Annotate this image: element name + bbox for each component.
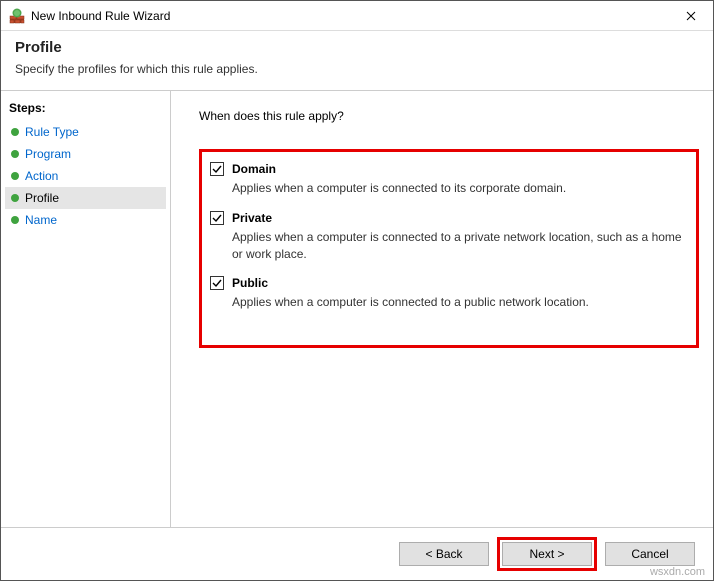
option-private: Private Applies when a computer is conne… (210, 211, 682, 263)
next-highlight-box: Next > (497, 537, 597, 571)
step-label: Profile (25, 191, 59, 205)
titlebar: New Inbound Rule Wizard (1, 1, 713, 31)
step-action[interactable]: Action (5, 165, 166, 187)
back-button[interactable]: < Back (399, 542, 489, 566)
cancel-button[interactable]: Cancel (605, 542, 695, 566)
page-title: Profile (15, 39, 699, 56)
option-public: Public Applies when a computer is connec… (210, 276, 682, 311)
checkbox-private[interactable] (210, 211, 224, 225)
bullet-icon (11, 216, 19, 224)
step-label: Name (25, 213, 57, 227)
option-label: Public (232, 276, 268, 290)
bullet-icon (11, 128, 19, 136)
option-label: Domain (232, 162, 276, 176)
prompt-text: When does this rule apply? (199, 109, 699, 123)
step-label: Program (25, 147, 71, 161)
bullet-icon (11, 194, 19, 202)
checkbox-public[interactable] (210, 276, 224, 290)
watermark: wsxdn.com (650, 566, 705, 578)
option-label: Private (232, 211, 272, 225)
option-desc: Applies when a computer is connected to … (232, 229, 682, 263)
window-title: New Inbound Rule Wizard (31, 9, 668, 23)
option-desc: Applies when a computer is connected to … (232, 180, 682, 197)
firewall-icon (9, 8, 25, 24)
checkbox-domain[interactable] (210, 162, 224, 176)
footer: < Back Next > Cancel (1, 528, 713, 580)
options-highlight-box: Domain Applies when a computer is connec… (199, 149, 699, 348)
page-subtitle: Specify the profiles for which this rule… (15, 62, 699, 76)
bullet-icon (11, 172, 19, 180)
step-profile[interactable]: Profile (5, 187, 166, 209)
step-rule-type[interactable]: Rule Type (5, 121, 166, 143)
wizard-window: New Inbound Rule Wizard Profile Specify … (0, 0, 714, 581)
header: Profile Specify the profiles for which t… (1, 31, 713, 90)
step-label: Rule Type (25, 125, 79, 139)
steps-sidebar: Steps: Rule Type Program Action Profile … (1, 91, 171, 527)
close-button[interactable] (668, 1, 713, 30)
main-panel: When does this rule apply? Domain Applie… (171, 91, 713, 527)
option-domain: Domain Applies when a computer is connec… (210, 162, 682, 197)
step-name[interactable]: Name (5, 209, 166, 231)
step-program[interactable]: Program (5, 143, 166, 165)
option-desc: Applies when a computer is connected to … (232, 294, 682, 311)
steps-title: Steps: (5, 99, 166, 121)
bullet-icon (11, 150, 19, 158)
step-label: Action (25, 169, 58, 183)
body: Steps: Rule Type Program Action Profile … (1, 90, 713, 528)
next-button[interactable]: Next > (502, 542, 592, 566)
